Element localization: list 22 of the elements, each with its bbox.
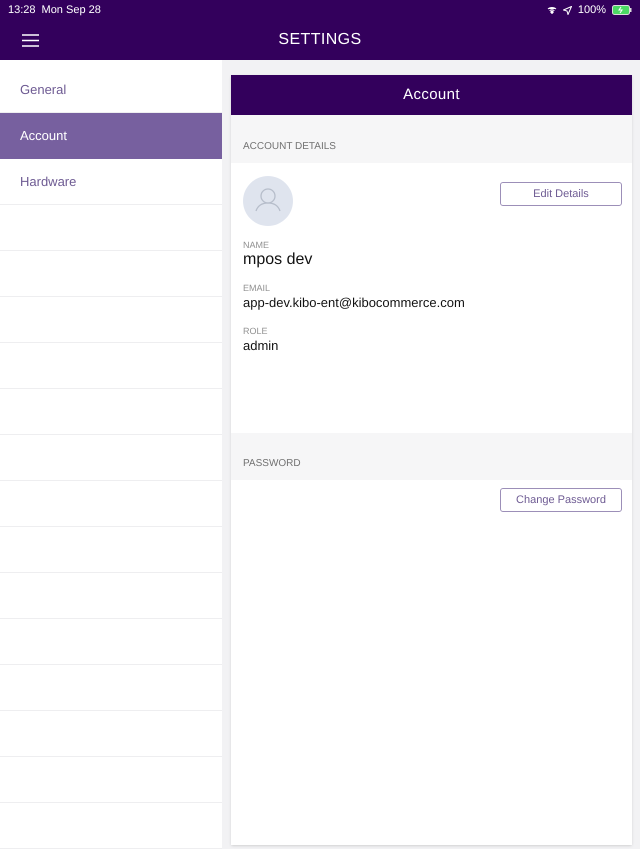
status-time: 13:28 <box>8 2 36 18</box>
field-value: mpos dev <box>243 251 314 269</box>
field-label: EMAIL <box>243 283 272 294</box>
field-label: NAME <box>243 240 270 251</box>
field-value: admin <box>243 337 280 355</box>
avatar-icon <box>243 176 293 226</box>
battery-icon <box>612 5 632 15</box>
sidebar-item[interactable]: Hardware <box>0 159 222 205</box>
menu-icon[interactable] <box>22 34 39 46</box>
panel-title: Account <box>231 75 632 115</box>
section-heading: PASSWORD <box>243 457 301 471</box>
section-heading: ACCOUNT DETAILS <box>243 140 336 154</box>
battery-percent: 100% <box>578 2 606 18</box>
action-button[interactable]: Change Password <box>500 488 622 512</box>
action-button[interactable]: Edit Details <box>500 182 622 206</box>
wifi-icon <box>546 6 557 14</box>
status-date: Mon Sep 28 <box>42 2 101 18</box>
field-value: app-dev.kibo-ent@kibocommerce.com <box>243 294 466 312</box>
sidebar-item[interactable]: Account <box>0 113 222 159</box>
field-label: ROLE <box>243 326 269 337</box>
page-title: SETTINGS <box>277 30 363 50</box>
location-icon <box>562 6 572 14</box>
